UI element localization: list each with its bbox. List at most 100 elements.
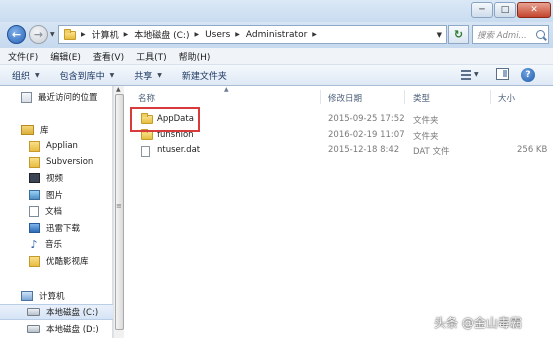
new-folder-button[interactable]: 新建文件夹 xyxy=(182,69,227,82)
nav-label: Applian xyxy=(46,141,78,151)
recent-pages-dropdown-icon[interactable]: ▼ xyxy=(50,31,55,38)
breadcrumb-label: 本地磁盘 (C:) xyxy=(134,31,190,41)
file-row[interactable]: ntuser.dat 2015-12-18 8:42 DAT 文件 256 KB xyxy=(124,143,553,159)
chevron-down-icon: ▼ xyxy=(157,71,162,79)
close-button[interactable]: ✕ xyxy=(517,2,551,18)
nav-lib-documents[interactable]: 文档 xyxy=(0,203,113,219)
nav-drive-d[interactable]: 本地磁盘 (D:) xyxy=(0,321,113,337)
nav-lib-thunder-downloads[interactable]: 迅雷下载 xyxy=(0,220,113,236)
nav-label: 最近访问的位置 xyxy=(38,93,98,103)
nav-label: 库 xyxy=(40,126,49,136)
chevron-down-icon: ▼ xyxy=(109,71,115,79)
help-icon[interactable]: ? xyxy=(521,68,535,82)
chevron-right-icon[interactable]: ▶ xyxy=(235,31,240,38)
nav-libraries[interactable]: 库 xyxy=(0,122,113,138)
document-icon xyxy=(29,205,39,217)
maximize-button[interactable]: □ xyxy=(494,2,516,18)
breadcrumb-users[interactable]: Users ▶ xyxy=(205,30,246,40)
scroll-up-icon[interactable]: ▲ xyxy=(116,86,121,93)
column-header-size[interactable]: 大小 xyxy=(498,92,515,104)
include-in-library-button[interactable]: 包含到库中 ▼ xyxy=(60,69,115,82)
forward-button[interactable]: → xyxy=(29,25,48,44)
search-placeholder: 搜索 Admi... xyxy=(477,30,527,41)
chevron-right-icon[interactable]: ▶ xyxy=(81,31,86,38)
nav-label: 优酷影视库 xyxy=(46,257,89,267)
nav-recent-places[interactable]: 最近访问的位置 xyxy=(0,89,113,105)
column-divider[interactable] xyxy=(490,90,491,104)
command-bar: 组织 ▼ 包含到库中 ▼ 共享 ▼ 新建文件夹 ▼ ? xyxy=(0,65,553,86)
breadcrumb-label: 计算机 xyxy=(91,31,119,41)
nav-drive-c[interactable]: 本地磁盘 (C:) xyxy=(0,304,113,320)
music-icon: ♪ xyxy=(30,237,38,251)
chevron-right-icon[interactable]: ▶ xyxy=(194,31,199,38)
folder-icon xyxy=(64,29,76,40)
nav-lib-youku[interactable]: 优酷影视库 xyxy=(0,253,113,269)
view-dropdown-icon[interactable]: ▼ xyxy=(474,71,479,78)
refresh-button[interactable]: ↻ xyxy=(448,25,469,44)
nav-label: 计算机 xyxy=(39,292,65,302)
file-type: 文件夹 xyxy=(413,132,439,142)
nav-lib-applian[interactable]: Applian xyxy=(0,138,113,154)
file-icon xyxy=(141,146,150,157)
chevron-right-icon[interactable]: ▶ xyxy=(312,31,317,38)
minimize-button[interactable]: ─ xyxy=(471,2,493,18)
libraries-icon xyxy=(21,125,34,135)
file-modified: 2015-09-25 17:52 xyxy=(328,114,405,124)
nav-lib-videos[interactable]: 视频 xyxy=(0,170,113,186)
navigation-scrollbar[interactable]: ▲ ≡ xyxy=(113,86,124,338)
navigation-pane: 最近访问的位置 库 Applian Subversion 视频 图片 文档 迅雷… xyxy=(0,86,113,338)
menu-help[interactable]: 帮助(H) xyxy=(179,50,211,63)
drive-icon xyxy=(27,308,40,316)
nav-label: 视频 xyxy=(46,174,64,184)
organize-button[interactable]: 组织 ▼ xyxy=(12,69,40,82)
scrollbar-thumb[interactable] xyxy=(115,94,124,330)
menu-view[interactable]: 查看(V) xyxy=(93,50,124,63)
breadcrumb-administrator[interactable]: Administrator ▶ xyxy=(246,30,323,40)
nav-label: 图片 xyxy=(46,191,64,201)
nav-label: Subversion xyxy=(46,157,94,167)
highlight-box xyxy=(130,107,200,132)
column-header-name[interactable]: 名称 xyxy=(138,92,155,104)
breadcrumb-computer[interactable]: 计算机 ▶ xyxy=(92,28,135,41)
column-header-type[interactable]: 类型 xyxy=(413,92,430,104)
recent-places-icon xyxy=(21,91,32,103)
nav-lib-pictures[interactable]: 图片 xyxy=(0,187,113,203)
column-divider[interactable] xyxy=(320,90,321,104)
address-bar[interactable]: ▶ 计算机 ▶ 本地磁盘 (C:) ▶ Users ▶ Administrato… xyxy=(58,25,447,44)
folder-icon xyxy=(141,129,153,140)
breadcrumb-drive-c[interactable]: 本地磁盘 (C:) ▶ xyxy=(134,28,205,41)
folder-icon xyxy=(29,255,40,267)
nav-computer[interactable]: 计算机 xyxy=(0,288,113,304)
address-dropdown-icon[interactable]: ▼ xyxy=(437,31,442,39)
folder-icon xyxy=(29,140,40,152)
menu-bar: 文件(F) 编辑(E) 查看(V) 工具(T) 帮助(H) xyxy=(0,48,553,65)
column-divider[interactable] xyxy=(404,90,405,104)
nav-lib-subversion[interactable]: Subversion xyxy=(0,154,113,170)
grip-icon: ≡ xyxy=(116,202,122,210)
download-icon xyxy=(29,223,40,233)
preview-pane-icon[interactable] xyxy=(496,68,509,80)
menu-file[interactable]: 文件(F) xyxy=(8,50,38,63)
new-folder-label: 新建文件夹 xyxy=(181,71,227,82)
chevron-right-icon[interactable]: ▶ xyxy=(124,31,129,38)
breadcrumb-label: Administrator xyxy=(245,29,308,40)
share-label: 共享 xyxy=(134,71,153,82)
nav-label: 迅雷下载 xyxy=(46,224,81,234)
watermark-text: 头条 @金山毒霸 xyxy=(434,316,522,330)
column-header-modified[interactable]: 修改日期 xyxy=(328,92,362,104)
picture-icon xyxy=(29,190,40,200)
nav-lib-music[interactable]: ♪ 音乐 xyxy=(0,236,113,252)
address-row: ← → ▼ ▶ 计算机 ▶ 本地磁盘 (C:) ▶ Users ▶ Admini… xyxy=(0,22,553,48)
change-view-icon[interactable] xyxy=(459,68,473,82)
search-input[interactable]: 搜索 Admi... xyxy=(472,25,549,44)
chevron-down-icon: ▼ xyxy=(35,71,40,79)
nav-label: 本地磁盘 (C:) xyxy=(46,308,99,318)
menu-tools[interactable]: 工具(T) xyxy=(136,50,167,63)
file-modified: 2015-12-18 8:42 xyxy=(328,145,400,155)
share-button[interactable]: 共享 ▼ xyxy=(134,69,162,82)
back-button[interactable]: ← xyxy=(7,25,26,44)
menu-edit[interactable]: 编辑(E) xyxy=(50,50,81,63)
computer-icon xyxy=(21,291,33,301)
drive-icon xyxy=(27,325,40,333)
explorer-window: ─ □ ✕ ← → ▼ ▶ 计算机 ▶ 本地磁盘 (C:) ▶ Users ▶ … xyxy=(0,0,553,338)
